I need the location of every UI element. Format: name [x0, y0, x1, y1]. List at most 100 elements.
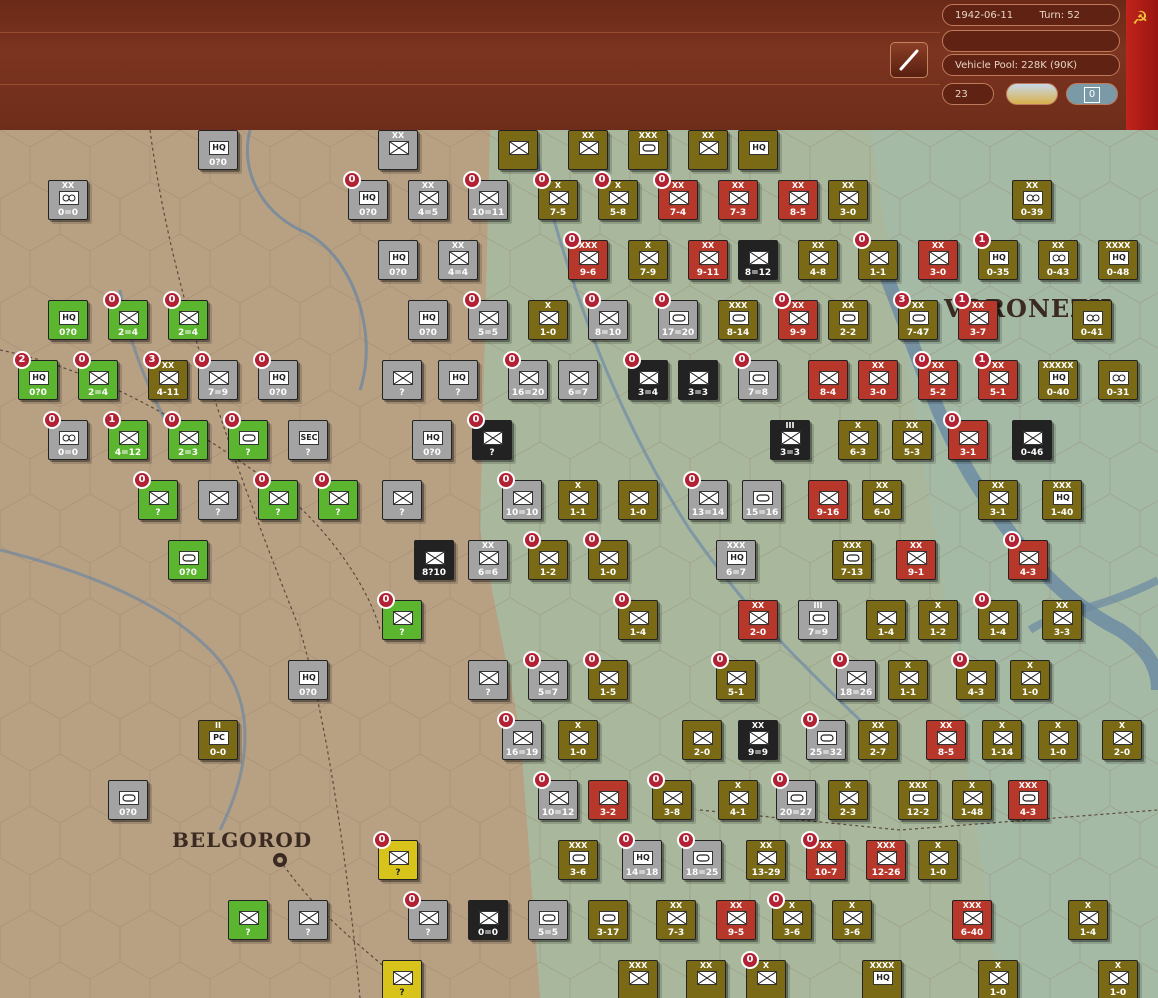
- unit-counter[interactable]: 1-4: [866, 600, 906, 640]
- unit-counter[interactable]: X 1-4: [1068, 900, 1108, 940]
- unit-counter[interactable]: 0?0: [108, 780, 148, 820]
- unit-counter[interactable]: XX 13-29: [746, 840, 786, 880]
- unit-counter[interactable]: HQ 14=18 0: [617, 831, 662, 880]
- unit-counter[interactable]: 0=0: [468, 900, 508, 940]
- pencil-button[interactable]: [890, 42, 928, 78]
- unit-counter[interactable]: XX 3-7 1: [953, 291, 998, 340]
- unit-counter[interactable]: X 1-1: [558, 480, 598, 520]
- unit-counter[interactable]: ? 0: [403, 891, 448, 940]
- unit-counter[interactable]: XX 10-7 0: [801, 831, 846, 880]
- unit-counter[interactable]: 7=9 0: [193, 351, 238, 400]
- unit-counter[interactable]: 10=10 0: [497, 471, 542, 520]
- unit-counter[interactable]: XX 0-39: [1012, 180, 1052, 220]
- unit-counter[interactable]: X 1-0: [1098, 960, 1138, 998]
- unit-counter[interactable]: ?: [382, 480, 422, 520]
- unit-counter[interactable]: 3-8 0: [647, 771, 692, 820]
- unit-counter[interactable]: III 3=3: [770, 420, 810, 460]
- unit-counter[interactable]: X 4-1: [718, 780, 758, 820]
- unit-counter[interactable]: 1-2 0: [523, 531, 568, 580]
- unit-counter[interactable]: XX 4=4: [438, 240, 478, 280]
- unit-counter[interactable]: XX 3-0: [918, 240, 958, 280]
- unit-counter[interactable]: 3-2: [588, 780, 628, 820]
- unit-counter[interactable]: HQ 0?0: [288, 660, 328, 700]
- unit-counter[interactable]: 1-1 0: [853, 231, 898, 280]
- unit-counter[interactable]: 16=19 0: [497, 711, 542, 760]
- unit-counter[interactable]: 0-31: [1098, 360, 1138, 400]
- unit-counter[interactable]: XX 7-3: [718, 180, 758, 220]
- unit-counter[interactable]: SEC?: [288, 420, 328, 460]
- unit-counter[interactable]: X 2-0: [1102, 720, 1142, 760]
- unit-counter[interactable]: XXX 7-13: [832, 540, 872, 580]
- unit-counter[interactable]: XX 3-0: [858, 360, 898, 400]
- unit-counter[interactable]: XX 9=9: [738, 720, 778, 760]
- unit-counter[interactable]: XX 8-5: [926, 720, 966, 760]
- unit-counter[interactable]: XX 5-3: [892, 420, 932, 460]
- unit-counter[interactable]: 0-41: [1072, 300, 1112, 340]
- unit-counter[interactable]: 1-0 0: [583, 531, 628, 580]
- unit-counter[interactable]: X 2-3: [828, 780, 868, 820]
- unit-counter[interactable]: X 1-14: [982, 720, 1022, 760]
- unit-counter[interactable]: XX 7-3: [656, 900, 696, 940]
- unit-counter[interactable]: XXXX HQ 0-48: [1098, 240, 1138, 280]
- unit-counter[interactable]: 8=12: [738, 240, 778, 280]
- unit-counter[interactable]: 15=16: [742, 480, 782, 520]
- unit-counter[interactable]: 16=20 0: [503, 351, 548, 400]
- unit-counter[interactable]: X0: [741, 951, 786, 998]
- unit-counter[interactable]: III 7=9: [798, 600, 838, 640]
- unit-counter[interactable]: XX 0-43: [1038, 240, 1078, 280]
- unit-counter[interactable]: 0-46: [1012, 420, 1052, 460]
- unit-counter[interactable]: X 3-6: [832, 900, 872, 940]
- unit-counter[interactable]: 1-5 0: [583, 651, 628, 700]
- unit-counter[interactable]: 4-3 0: [1003, 531, 1048, 580]
- unit-counter[interactable]: 7=8 0: [733, 351, 778, 400]
- unit-counter[interactable]: XX 5-1 1: [973, 351, 1018, 400]
- unit-counter[interactable]: 18=26 0: [831, 651, 876, 700]
- unit-counter[interactable]: 18=25 0: [677, 831, 722, 880]
- unit-counter[interactable]: XXX 4-3: [1008, 780, 1048, 820]
- unit-counter[interactable]: HQ 0?0: [48, 300, 88, 340]
- unit-counter[interactable]: XXX 9-6 0: [563, 231, 608, 280]
- unit-counter[interactable]: XXXXX HQ 0-40: [1038, 360, 1078, 400]
- unit-counter[interactable]: X 1-0: [1010, 660, 1050, 700]
- unit-counter[interactable]: X 1-1: [888, 660, 928, 700]
- unit-counter[interactable]: X 7-5 0: [533, 171, 578, 220]
- unit-counter[interactable]: X 3-6 0: [767, 891, 812, 940]
- unit-counter[interactable]: HQ 0?0: [378, 240, 418, 280]
- unit-counter[interactable]: 2=3 0: [163, 411, 208, 460]
- unit-counter[interactable]: XXX: [618, 960, 658, 998]
- unit-counter[interactable]: XX 9-5: [716, 900, 756, 940]
- unit-counter[interactable]: ?: [288, 900, 328, 940]
- unit-counter[interactable]: ? 0: [313, 471, 358, 520]
- unit-counter[interactable]: 17=20 0: [653, 291, 698, 340]
- unit-counter[interactable]: 5=5 0: [463, 291, 508, 340]
- unit-counter[interactable]: XX 9-11: [688, 240, 728, 280]
- unit-counter[interactable]: XXX 12-2: [898, 780, 938, 820]
- unit-counter[interactable]: 3-17: [588, 900, 628, 940]
- unit-counter[interactable]: ? 0: [467, 411, 512, 460]
- unit-counter[interactable]: XX: [568, 130, 608, 170]
- unit-counter[interactable]: ? 0: [253, 471, 298, 520]
- unit-counter[interactable]: XXXX HQ: [862, 960, 902, 998]
- unit-counter[interactable]: 8-4: [808, 360, 848, 400]
- unit-counter[interactable]: XX 2-7: [858, 720, 898, 760]
- unit-counter[interactable]: XX 6=6: [468, 540, 508, 580]
- unit-counter[interactable]: X 6-3: [838, 420, 878, 460]
- unit-counter[interactable]: 10=12 0: [533, 771, 578, 820]
- unit-counter[interactable]: 6=7: [558, 360, 598, 400]
- unit-counter[interactable]: X 5-8 0: [593, 171, 638, 220]
- unit-counter[interactable]: X 1-2: [918, 600, 958, 640]
- unit-counter[interactable]: X 1-0: [1038, 720, 1078, 760]
- unit-counter[interactable]: XX 4-8: [798, 240, 838, 280]
- unit-counter[interactable]: 2=4 0: [103, 291, 148, 340]
- unit-counter[interactable]: 4-3 0: [951, 651, 996, 700]
- unit-counter[interactable]: X 7-9: [628, 240, 668, 280]
- unit-counter[interactable]: ? 0: [373, 831, 418, 880]
- unit-counter[interactable]: XX 3-0: [828, 180, 868, 220]
- unit-counter[interactable]: 3=4 0: [623, 351, 668, 400]
- unit-counter[interactable]: ? 0: [223, 411, 268, 460]
- unit-counter[interactable]: XXX 8-14: [718, 300, 758, 340]
- unit-counter[interactable]: XX 7-4 0: [653, 171, 698, 220]
- unit-counter[interactable]: X 1-0: [558, 720, 598, 760]
- unit-counter[interactable]: 4=12 1: [103, 411, 148, 460]
- unit-counter[interactable]: XXX 6-40: [952, 900, 992, 940]
